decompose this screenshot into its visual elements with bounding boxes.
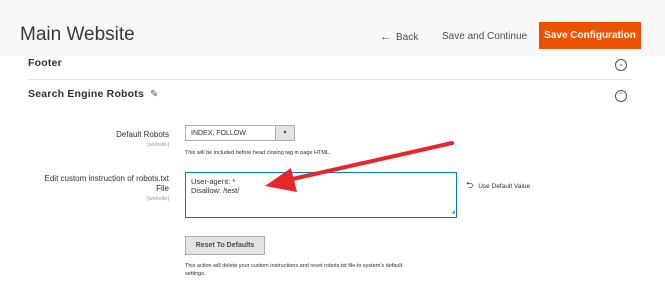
annotation-arrow-head <box>265 168 297 192</box>
annotation-arrow-shaft <box>286 141 454 182</box>
annotation-arrow <box>265 141 454 192</box>
